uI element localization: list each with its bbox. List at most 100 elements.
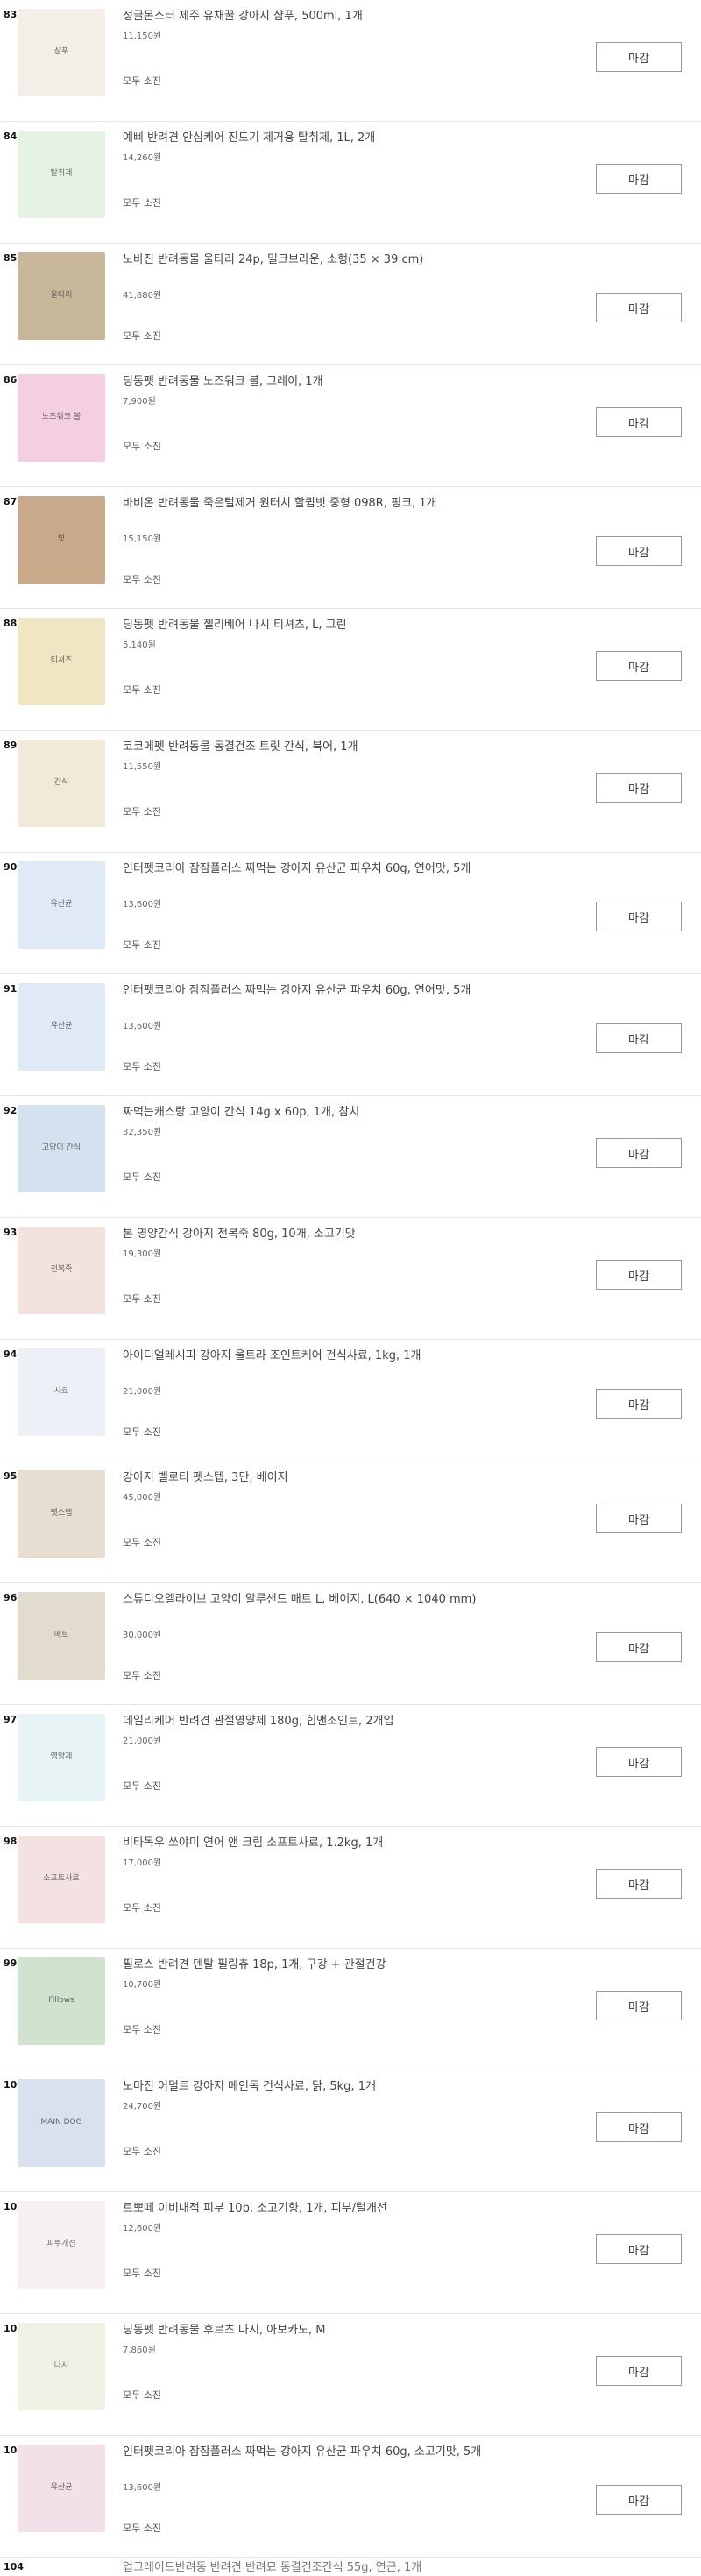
item-title[interactable]: 업그레이드반려동 반려견 반려묘 동결건조간식 55g, 연근, 1개: [123, 2559, 491, 2576]
list-item[interactable]: 89 간식 코코메펫 반려동물 동결건조 트릿 간식, 북어, 1개 11,55…: [0, 731, 701, 853]
stock-status: 모두 소진: [123, 1426, 161, 1438]
list-item[interactable]: 87 빗 바비온 반려동물 죽은털제거 원터치 할큄빗 중형 098R, 핑크,…: [0, 487, 701, 609]
product-image[interactable]: Fillows: [18, 1957, 105, 2045]
deadline-button[interactable]: 마감: [596, 2485, 682, 2515]
product-image[interactable]: 소프트사료: [18, 1836, 105, 1923]
product-image[interactable]: 유산균: [18, 2445, 105, 2532]
list-item[interactable]: 86 노즈워크 볼 딩동펫 반려동물 노즈워크 볼, 그레이, 1개 7,900…: [0, 365, 701, 487]
list-item[interactable]: 99 Fillows 필로스 반려견 덴탈 필링츄 18p, 1개, 구강 + …: [0, 1949, 701, 2070]
deadline-button[interactable]: 마감: [596, 2234, 682, 2264]
item-title[interactable]: 정글몬스터 제주 유채꿀 강아지 샴푸, 500ml, 1개: [123, 8, 491, 25]
deadline-button[interactable]: 마감: [596, 1260, 682, 1290]
deadline-button[interactable]: 마감: [596, 536, 682, 566]
deadline-button[interactable]: 마감: [596, 42, 682, 72]
list-item[interactable]: 100 MAIN DOG 노마진 어덜트 강아지 메인독 건식사료, 닭, 5k…: [0, 2070, 701, 2192]
product-image[interactable]: 노즈워크 볼: [18, 374, 105, 462]
item-title[interactable]: 아이디얼레시피 강아지 울트라 조인트케어 건식사료, 1kg, 1개: [123, 1348, 491, 1364]
product-image[interactable]: 사료: [18, 1348, 105, 1436]
item-title[interactable]: 딩동펫 반려동물 젤리베어 나시 티셔츠, L, 그린: [123, 617, 491, 633]
item-title[interactable]: 강아지 벨로티 펫스텝, 3단, 베이지: [123, 1469, 491, 1486]
product-image-label: 펫스텝: [50, 1509, 73, 1518]
product-image[interactable]: 영양제: [18, 1714, 105, 1801]
deadline-button[interactable]: 마감: [596, 1632, 682, 1662]
item-title[interactable]: 비타독우 쏘야미 연어 앤 크림 소프트사료, 1.2kg, 1개: [123, 1835, 491, 1851]
item-title[interactable]: 딩동펫 반려동물 후르츠 나시, 아보카도, M: [123, 2322, 491, 2339]
list-item[interactable]: 85 울타리 노바진 반려동물 울타리 24p, 밀크브라운, 소형(35 × …: [0, 244, 701, 365]
deadline-button[interactable]: 마감: [596, 1504, 682, 1533]
deadline-button[interactable]: 마감: [596, 1023, 682, 1053]
product-image[interactable]: 유산균: [18, 861, 105, 949]
product-image[interactable]: MAIN DOG: [18, 2079, 105, 2167]
list-item[interactable]: 94 사료 아이디얼레시피 강아지 울트라 조인트케어 건식사료, 1kg, 1…: [0, 1340, 701, 1461]
deadline-button[interactable]: 마감: [596, 164, 682, 194]
list-item[interactable]: 98 소프트사료 비타독우 쏘야미 연어 앤 크림 소프트사료, 1.2kg, …: [0, 1827, 701, 1949]
list-item[interactable]: 103 유산균 인터펫코리아 잠잠플러스 짜먹는 강아지 유산균 파우치 60g…: [0, 2436, 701, 2558]
item-title[interactable]: 딩동펫 반려동물 노즈워크 볼, 그레이, 1개: [123, 373, 491, 390]
list-item[interactable]: 84 탈취제 예삐 반려견 안심케어 진드기 제거용 탈취제, 1L, 2개 1…: [0, 122, 701, 244]
item-rank: 84: [4, 131, 18, 142]
deadline-button[interactable]: 마감: [596, 1869, 682, 1899]
item-title[interactable]: 인터펫코리아 잠잠플러스 짜먹는 강아지 유산균 파우치 60g, 연어맛, 5…: [123, 860, 491, 877]
item-price: 17,000원: [123, 1858, 162, 1868]
stock-status: 모두 소진: [123, 1171, 161, 1183]
item-price: 7,900원: [123, 397, 156, 407]
list-item[interactable]: 92 고양이 간식 짜먹는캐스랑 고양이 간식 14g x 60p, 1개, 참…: [0, 1096, 701, 1218]
list-item[interactable]: 102 나시 딩동펫 반려동물 후르츠 나시, 아보카도, M 7,860원 모…: [0, 2314, 701, 2436]
list-item[interactable]: 88 티셔츠 딩동펫 반려동물 젤리베어 나시 티셔츠, L, 그린 5,140…: [0, 609, 701, 731]
product-image[interactable]: 나시: [18, 2323, 105, 2410]
product-image[interactable]: 샴푸: [18, 9, 105, 96]
list-item[interactable]: 101 피부개선 르뽀떼 이비내적 피부 10p, 소고기향, 1개, 피부/털…: [0, 2192, 701, 2314]
deadline-button[interactable]: 마감: [596, 1991, 682, 2020]
product-image[interactable]: 펫스텝: [18, 1470, 105, 1558]
item-title[interactable]: 노마진 어덜트 강아지 메인독 건식사료, 닭, 5kg, 1개: [123, 2078, 491, 2095]
item-title[interactable]: 르뽀떼 이비내적 피부 10p, 소고기향, 1개, 피부/털개선: [123, 2200, 491, 2217]
deadline-button[interactable]: 마감: [596, 1138, 682, 1168]
deadline-button[interactable]: 마감: [596, 1747, 682, 1777]
item-title[interactable]: 인터펫코리아 잠잠플러스 짜먹는 강아지 유산균 파우치 60g, 소고기맛, …: [123, 2444, 491, 2460]
stock-status: 모두 소진: [123, 1293, 161, 1305]
item-title[interactable]: 데일리케어 반려견 관절영양제 180g, 힙앤조인트, 2개입: [123, 1713, 491, 1730]
item-title[interactable]: 짜먹는캐스랑 고양이 간식 14g x 60p, 1개, 참치: [123, 1104, 491, 1121]
list-item[interactable]: 93 전복죽 본 영양간식 강아지 전복죽 80g, 10개, 소고기맛 19,…: [0, 1218, 701, 1340]
product-image-label: 고양이 간식: [41, 1143, 81, 1153]
item-title[interactable]: 노바진 반려동물 울타리 24p, 밀크브라운, 소형(35 × 39 cm): [123, 251, 491, 268]
deadline-button[interactable]: 마감: [596, 293, 682, 322]
list-item[interactable]: 90 유산균 인터펫코리아 잠잠플러스 짜먹는 강아지 유산균 파우치 60g,…: [0, 853, 701, 974]
list-item[interactable]: 91 유산균 인터펫코리아 잠잠플러스 짜먹는 강아지 유산균 파우치 60g,…: [0, 974, 701, 1096]
product-image-label: 유산균: [50, 1022, 73, 1031]
deadline-button[interactable]: 마감: [596, 2356, 682, 2386]
product-image[interactable]: 빗: [18, 496, 105, 584]
deadline-button[interactable]: 마감: [596, 773, 682, 803]
product-image-label: 티셔츠: [50, 656, 73, 666]
item-title[interactable]: 스튜디오엘라이브 고양이 알루샌드 매트 L, 베이지, L(640 × 104…: [123, 1591, 491, 1608]
product-image[interactable]: 고양이 간식: [18, 1105, 105, 1192]
product-image[interactable]: 피부개선: [18, 2201, 105, 2289]
deadline-button[interactable]: 마감: [596, 902, 682, 931]
item-title[interactable]: 본 영양간식 강아지 전복죽 80g, 10개, 소고기맛: [123, 1226, 491, 1242]
deadline-button[interactable]: 마감: [596, 651, 682, 681]
list-item[interactable]: 97 영양제 데일리케어 반려견 관절영양제 180g, 힙앤조인트, 2개입 …: [0, 1705, 701, 1827]
list-item-partial[interactable]: 104 업그레이드반려동 반려견 반려묘 동결건조간식 55g, 연근, 1개: [0, 2558, 701, 2575]
product-image[interactable]: 탈취제: [18, 131, 105, 218]
item-title[interactable]: 예삐 반려견 안심케어 진드기 제거용 탈취제, 1L, 2개: [123, 130, 491, 146]
list-item[interactable]: 83 샴푸 정글몬스터 제주 유채꿀 강아지 샴푸, 500ml, 1개 11,…: [0, 0, 701, 122]
item-title[interactable]: 필로스 반려견 덴탈 필링츄 18p, 1개, 구강 + 관절건강: [123, 1957, 491, 1973]
product-image-label: 간식: [53, 778, 69, 788]
product-image[interactable]: 유산균: [18, 983, 105, 1071]
list-item[interactable]: 95 펫스텝 강아지 벨로티 펫스텝, 3단, 베이지 45,000원 모두 소…: [0, 1461, 701, 1583]
item-rank: 83: [4, 9, 18, 20]
item-title[interactable]: 코코메펫 반려동물 동결건조 트릿 간식, 북어, 1개: [123, 739, 491, 755]
product-image[interactable]: 티셔츠: [18, 618, 105, 705]
list-item[interactable]: 96 매트 스튜디오엘라이브 고양이 알루샌드 매트 L, 베이지, L(640…: [0, 1583, 701, 1705]
deadline-button[interactable]: 마감: [596, 2112, 682, 2142]
item-title[interactable]: 바비온 반려동물 죽은털제거 원터치 할큄빗 중형 098R, 핑크, 1개: [123, 495, 491, 512]
product-image[interactable]: 매트: [18, 1592, 105, 1680]
product-image[interactable]: 전복죽: [18, 1227, 105, 1314]
product-image[interactable]: 간식: [18, 740, 105, 827]
product-image[interactable]: 울타리: [18, 252, 105, 340]
deadline-button[interactable]: 마감: [596, 407, 682, 437]
item-price: 30,000원: [123, 1631, 162, 1640]
item-rank: 87: [4, 496, 18, 507]
item-title[interactable]: 인터펫코리아 잠잠플러스 짜먹는 강아지 유산균 파우치 60g, 연어맛, 5…: [123, 982, 491, 999]
deadline-button[interactable]: 마감: [596, 1389, 682, 1419]
